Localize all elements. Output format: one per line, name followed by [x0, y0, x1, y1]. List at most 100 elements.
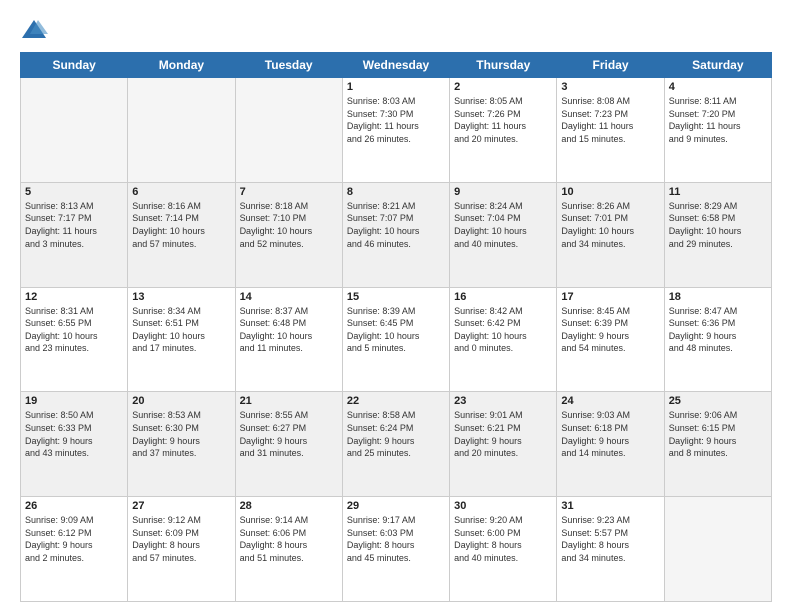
day-info: Sunrise: 8:50 AM Sunset: 6:33 PM Dayligh… [25, 409, 123, 459]
day-number: 31 [561, 500, 659, 512]
calendar-cell: 17 Sunrise: 8:45 AM Sunset: 6:39 PM Dayli… [557, 287, 664, 392]
calendar-cell: 26Sunrise: 9:09 AM Sunset: 6:12 PM Dayli… [21, 497, 128, 602]
day-info: Sunrise: 8:37 AM Sunset: 6:48 PM Dayligh… [240, 305, 338, 355]
day-info: Sunrise: 9:09 AM Sunset: 6:12 PM Dayligh… [25, 514, 123, 564]
day-info: Sunrise: 8:11 AM Sunset: 7:20 PM Dayligh… [669, 95, 767, 145]
day-info: Sunrise: 9:03 AM Sunset: 6:18 PM Dayligh… [561, 409, 659, 459]
day-info: Sunrise: 8:16 AM Sunset: 7:14 PM Dayligh… [132, 200, 230, 250]
calendar-cell: 16 Sunrise: 8:42 AM Sunset: 6:42 PM Dayli… [450, 287, 557, 392]
header [20, 16, 772, 44]
calendar-cell: 12Sunrise: 8:31 AM Sunset: 6:55 PM Dayli… [21, 287, 128, 392]
calendar-cell: 8 Sunrise: 8:21 AM Sunset: 7:07 PM Daylig… [342, 182, 449, 287]
day-number: 1 [347, 81, 445, 93]
day-number: 18 [669, 291, 767, 303]
day-number: 7 [240, 186, 338, 198]
day-number: 13 [132, 291, 230, 303]
logo [20, 16, 52, 44]
day-number: 28 [240, 500, 338, 512]
calendar-cell: 21 Sunrise: 8:55 AM Sunset: 6:27 PM Dayli… [235, 392, 342, 497]
calendar-cell: 24 Sunrise: 9:03 AM Sunset: 6:18 PM Dayli… [557, 392, 664, 497]
day-info: Sunrise: 8:55 AM Sunset: 6:27 PM Dayligh… [240, 409, 338, 459]
day-info: Sunrise: 8:45 AM Sunset: 6:39 PM Dayligh… [561, 305, 659, 355]
day-info: Sunrise: 8:08 AM Sunset: 7:23 PM Dayligh… [561, 95, 659, 145]
day-number: 4 [669, 81, 767, 93]
day-info: Sunrise: 9:23 AM Sunset: 5:57 PM Dayligh… [561, 514, 659, 564]
page: SundayMondayTuesdayWednesdayThursdayFrid… [0, 0, 792, 612]
calendar-cell: 5 Sunrise: 8:13 AM Sunset: 7:17 PM Daylig… [21, 182, 128, 287]
day-number: 6 [132, 186, 230, 198]
day-info: Sunrise: 8:34 AM Sunset: 6:51 PM Dayligh… [132, 305, 230, 355]
day-info: Sunrise: 9:12 AM Sunset: 6:09 PM Dayligh… [132, 514, 230, 564]
calendar-week-row: 26Sunrise: 9:09 AM Sunset: 6:12 PM Dayli… [21, 497, 772, 602]
day-number: 29 [347, 500, 445, 512]
calendar-cell: 20Sunrise: 8:53 AM Sunset: 6:30 PM Dayli… [128, 392, 235, 497]
calendar-week-row: 1Sunrise: 8:03 AM Sunset: 7:30 PM Daylig… [21, 78, 772, 183]
day-number: 22 [347, 395, 445, 407]
day-number: 27 [132, 500, 230, 512]
day-number: 8 [347, 186, 445, 198]
calendar-cell: 2Sunrise: 8:05 AM Sunset: 7:26 PM Daylig… [450, 78, 557, 183]
weekday-header-row: SundayMondayTuesdayWednesdayThursdayFrid… [21, 53, 772, 78]
calendar-cell: 7 Sunrise: 8:18 AM Sunset: 7:10 PM Daylig… [235, 182, 342, 287]
day-number: 30 [454, 500, 552, 512]
day-number: 5 [25, 186, 123, 198]
calendar-cell [21, 78, 128, 183]
day-info: Sunrise: 8:05 AM Sunset: 7:26 PM Dayligh… [454, 95, 552, 145]
weekday-header-friday: Friday [557, 53, 664, 78]
calendar-cell: 25 Sunrise: 9:06 AM Sunset: 6:15 PM Dayli… [664, 392, 771, 497]
calendar-cell [128, 78, 235, 183]
day-number: 9 [454, 186, 552, 198]
day-number: 16 [454, 291, 552, 303]
day-info: Sunrise: 8:42 AM Sunset: 6:42 PM Dayligh… [454, 305, 552, 355]
calendar-cell: 14 Sunrise: 8:37 AM Sunset: 6:48 PM Dayli… [235, 287, 342, 392]
weekday-header-sunday: Sunday [21, 53, 128, 78]
day-number: 19 [25, 395, 123, 407]
weekday-header-saturday: Saturday [664, 53, 771, 78]
day-info: Sunrise: 9:20 AM Sunset: 6:00 PM Dayligh… [454, 514, 552, 564]
day-info: Sunrise: 8:13 AM Sunset: 7:17 PM Dayligh… [25, 200, 123, 250]
calendar-cell: 3 Sunrise: 8:08 AM Sunset: 7:23 PM Daylig… [557, 78, 664, 183]
day-info: Sunrise: 8:21 AM Sunset: 7:07 PM Dayligh… [347, 200, 445, 250]
calendar-cell: 28 Sunrise: 9:14 AM Sunset: 6:06 PM Dayli… [235, 497, 342, 602]
calendar-cell: 22 Sunrise: 8:58 AM Sunset: 6:24 PM Dayli… [342, 392, 449, 497]
day-number: 3 [561, 81, 659, 93]
calendar-cell: 13 Sunrise: 8:34 AM Sunset: 6:51 PM Dayli… [128, 287, 235, 392]
day-info: Sunrise: 9:01 AM Sunset: 6:21 PM Dayligh… [454, 409, 552, 459]
calendar-cell: 27 Sunrise: 9:12 AM Sunset: 6:09 PM Dayli… [128, 497, 235, 602]
day-number: 25 [669, 395, 767, 407]
calendar-cell: 6 Sunrise: 8:16 AM Sunset: 7:14 PM Daylig… [128, 182, 235, 287]
day-info: Sunrise: 8:29 AM Sunset: 6:58 PM Dayligh… [669, 200, 767, 250]
day-info: Sunrise: 8:58 AM Sunset: 6:24 PM Dayligh… [347, 409, 445, 459]
calendar-cell: 10 Sunrise: 8:26 AM Sunset: 7:01 PM Dayli… [557, 182, 664, 287]
day-info: Sunrise: 8:53 AM Sunset: 6:30 PM Dayligh… [132, 409, 230, 459]
calendar-cell: 4 Sunrise: 8:11 AM Sunset: 7:20 PM Daylig… [664, 78, 771, 183]
calendar: SundayMondayTuesdayWednesdayThursdayFrid… [20, 52, 772, 602]
day-info: Sunrise: 8:26 AM Sunset: 7:01 PM Dayligh… [561, 200, 659, 250]
day-number: 24 [561, 395, 659, 407]
day-info: Sunrise: 8:18 AM Sunset: 7:10 PM Dayligh… [240, 200, 338, 250]
day-number: 17 [561, 291, 659, 303]
calendar-cell: 29Sunrise: 9:17 AM Sunset: 6:03 PM Dayli… [342, 497, 449, 602]
calendar-cell: 1Sunrise: 8:03 AM Sunset: 7:30 PM Daylig… [342, 78, 449, 183]
day-info: Sunrise: 8:47 AM Sunset: 6:36 PM Dayligh… [669, 305, 767, 355]
day-number: 12 [25, 291, 123, 303]
day-info: Sunrise: 9:06 AM Sunset: 6:15 PM Dayligh… [669, 409, 767, 459]
weekday-header-monday: Monday [128, 53, 235, 78]
day-info: Sunrise: 8:39 AM Sunset: 6:45 PM Dayligh… [347, 305, 445, 355]
calendar-cell: 31 Sunrise: 9:23 AM Sunset: 5:57 PM Dayli… [557, 497, 664, 602]
weekday-header-thursday: Thursday [450, 53, 557, 78]
day-number: 14 [240, 291, 338, 303]
day-number: 15 [347, 291, 445, 303]
day-number: 10 [561, 186, 659, 198]
calendar-cell: 18 Sunrise: 8:47 AM Sunset: 6:36 PM Dayli… [664, 287, 771, 392]
calendar-week-row: 5 Sunrise: 8:13 AM Sunset: 7:17 PM Daylig… [21, 182, 772, 287]
calendar-cell: 23 Sunrise: 9:01 AM Sunset: 6:21 PM Dayli… [450, 392, 557, 497]
day-number: 21 [240, 395, 338, 407]
calendar-cell: 9 Sunrise: 8:24 AM Sunset: 7:04 PM Daylig… [450, 182, 557, 287]
day-info: Sunrise: 8:24 AM Sunset: 7:04 PM Dayligh… [454, 200, 552, 250]
logo-icon [20, 16, 48, 44]
day-info: Sunrise: 9:14 AM Sunset: 6:06 PM Dayligh… [240, 514, 338, 564]
day-number: 23 [454, 395, 552, 407]
calendar-cell: 15 Sunrise: 8:39 AM Sunset: 6:45 PM Dayli… [342, 287, 449, 392]
calendar-week-row: 19 Sunrise: 8:50 AM Sunset: 6:33 PM Dayli… [21, 392, 772, 497]
